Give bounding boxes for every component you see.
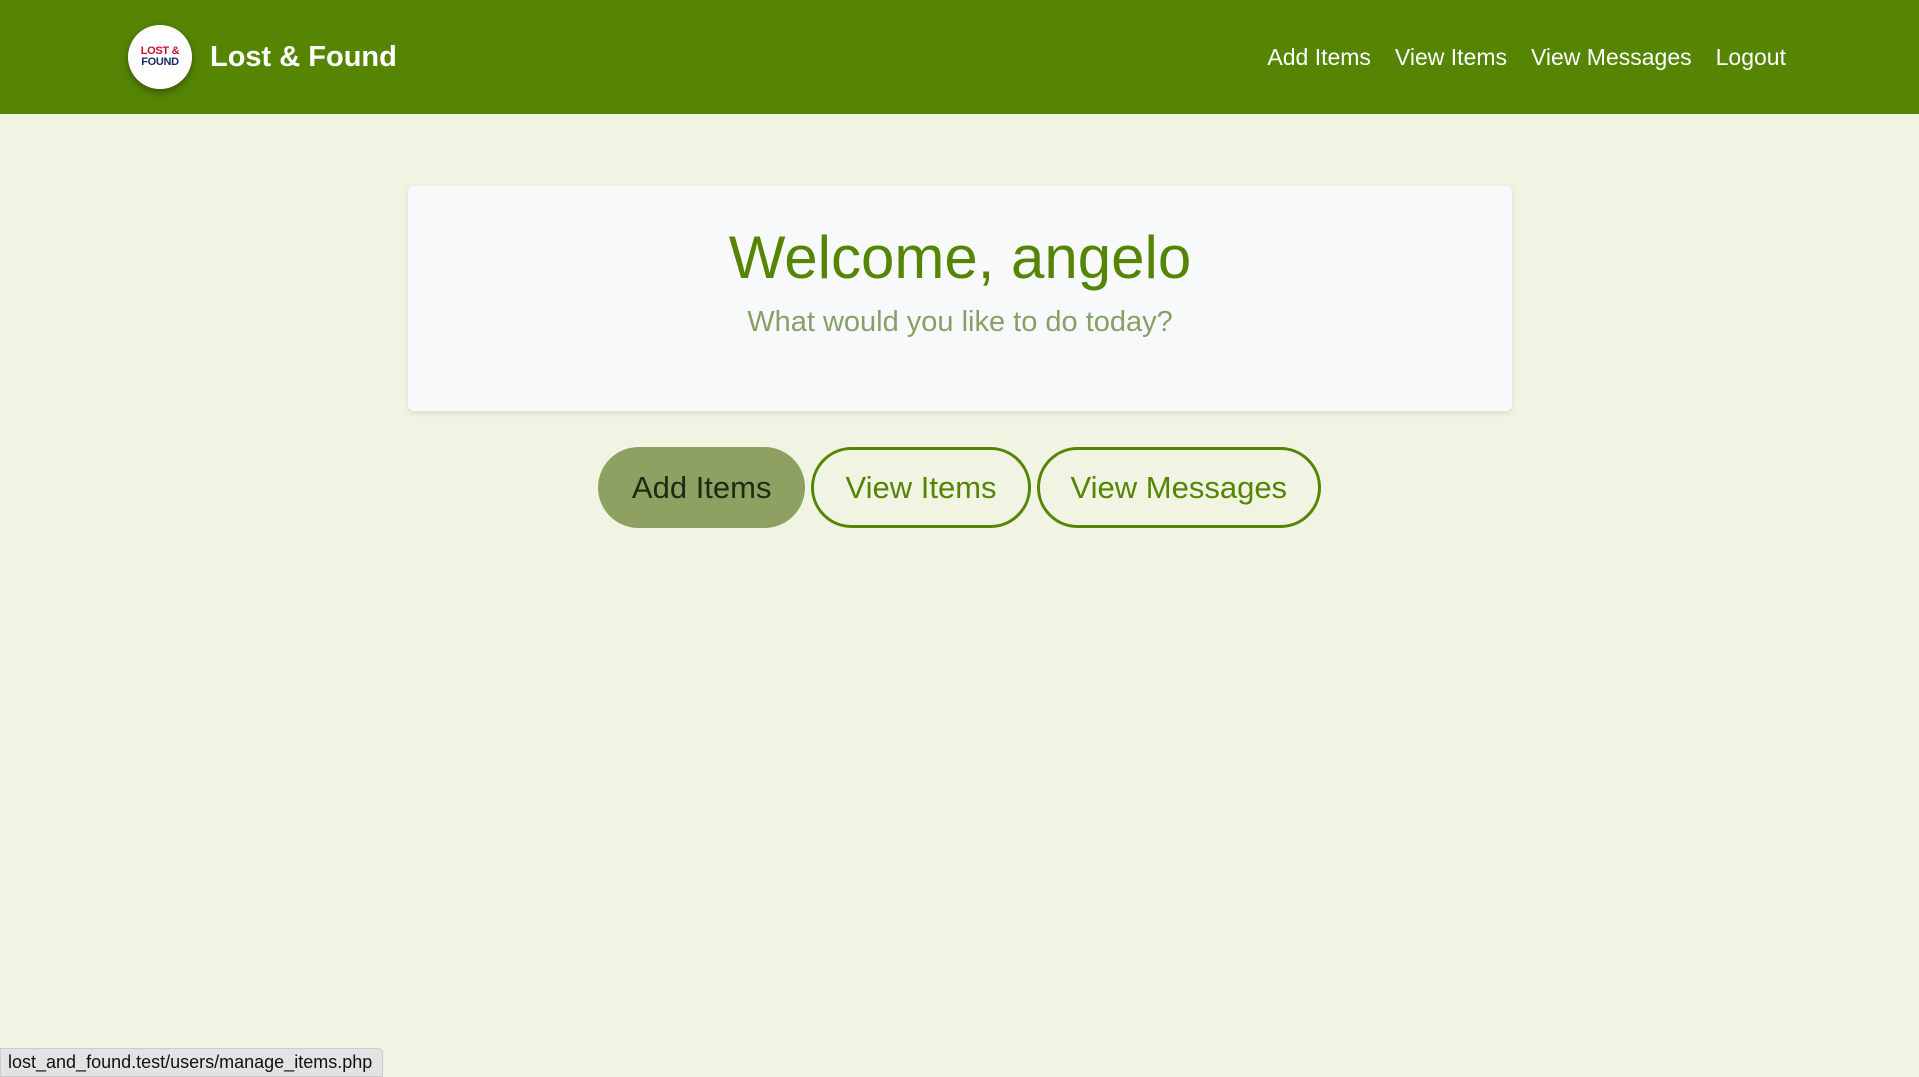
nav-link-view-messages[interactable]: View Messages xyxy=(1531,44,1692,71)
view-items-button[interactable]: View Items xyxy=(811,447,1031,528)
status-bar-url: lost_and_found.test/users/manage_items.p… xyxy=(0,1048,384,1077)
logo-text-line2: FOUND xyxy=(141,56,179,68)
welcome-card: Welcome, angelo What would you like to d… xyxy=(408,186,1512,411)
brand-title: Lost & Found xyxy=(210,40,397,73)
view-messages-button[interactable]: View Messages xyxy=(1036,447,1322,528)
brand-link[interactable]: LOST & FOUND Lost & Found xyxy=(128,25,397,89)
nav-link-logout[interactable]: Logout xyxy=(1716,44,1786,71)
welcome-title: Welcome, angelo xyxy=(728,224,1192,291)
welcome-subtitle: What would you like to do today? xyxy=(747,306,1173,338)
nav-link-add-items[interactable]: Add Items xyxy=(1267,44,1371,71)
add-items-button[interactable]: Add Items xyxy=(597,447,806,528)
lost-and-found-logo-icon: LOST & FOUND xyxy=(128,25,192,89)
top-navbar: LOST & FOUND Lost & Found Add Items View… xyxy=(0,0,1919,114)
nav-link-view-items[interactable]: View Items xyxy=(1395,44,1507,71)
action-buttons: Add Items View Items View Messages xyxy=(0,447,1919,528)
nav-links: Add Items View Items View Messages Logou… xyxy=(1267,0,1786,114)
